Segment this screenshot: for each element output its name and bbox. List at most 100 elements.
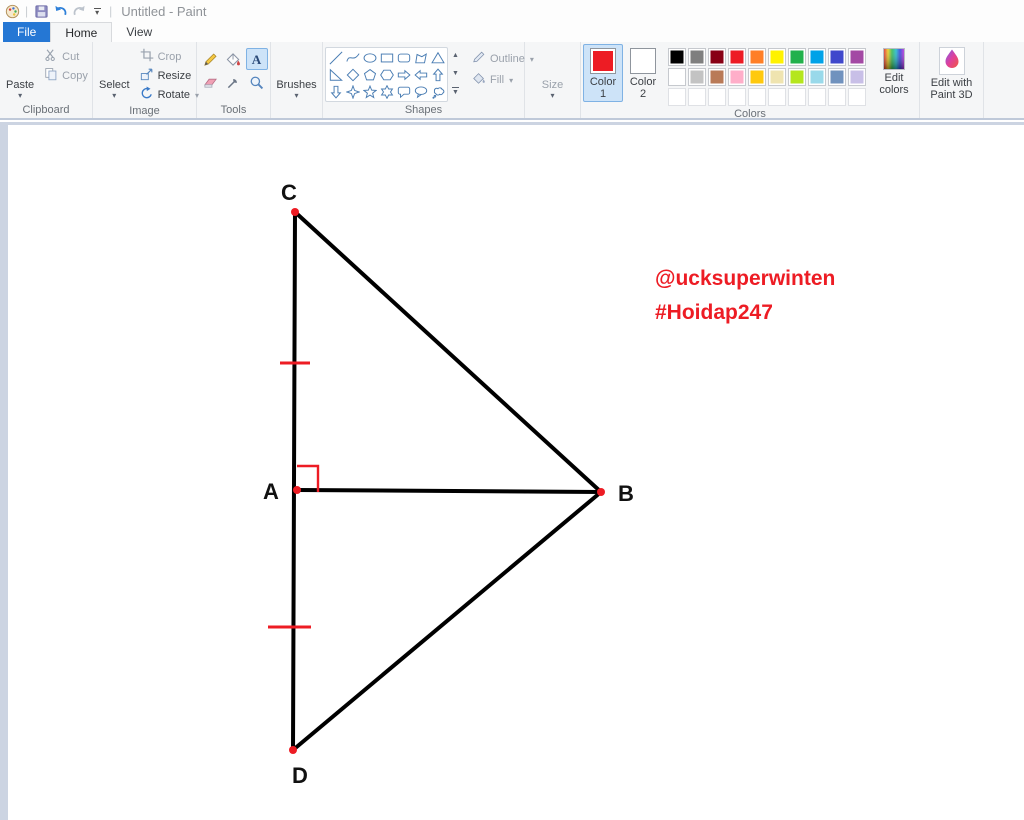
edit-with-paint3d-button[interactable]: Edit with Paint 3D (924, 44, 980, 101)
palette-empty-slot[interactable] (708, 88, 726, 106)
magnifier-tool-button[interactable] (246, 71, 268, 93)
cut-label: Cut (62, 51, 80, 63)
geometry-drawing: C A B D @ucksuperwinten #Hoidap247 (263, 180, 835, 788)
palette-empty-slot[interactable] (728, 88, 746, 106)
rotate-button[interactable]: Rotate (136, 86, 203, 104)
group-label-clipboard: Clipboard (22, 104, 70, 116)
fill-bucket-tool-button[interactable] (223, 48, 245, 70)
palette-swatch-r1-c9[interactable] (828, 48, 846, 66)
palette-swatch-r1-c2[interactable] (688, 48, 706, 66)
palette-swatch-r1-c4[interactable] (728, 48, 746, 66)
select-button[interactable]: Select (95, 44, 134, 100)
palette-swatch-r1-c7[interactable] (788, 48, 806, 66)
shape-rounded-rectangle[interactable] (395, 49, 412, 66)
palette-empty-slot[interactable] (828, 88, 846, 106)
resize-icon (140, 67, 154, 86)
shape-line[interactable] (327, 49, 344, 66)
shape-arrow-left[interactable] (412, 66, 429, 83)
resize-button[interactable]: Resize (136, 67, 203, 85)
cut-button[interactable]: Cut (40, 48, 92, 66)
palette-swatch-r2-c9[interactable] (828, 68, 846, 86)
palette-swatch-r2-c5[interactable] (748, 68, 766, 86)
shape-hexagon[interactable] (378, 66, 395, 83)
rotate-label: Rotate (157, 89, 190, 101)
shape-curve[interactable] (344, 49, 361, 66)
shapes-scroll-down-button[interactable]: ▼ (449, 65, 462, 82)
shape-rectangle[interactable] (378, 49, 395, 66)
cut-icon (44, 48, 58, 67)
palette-swatch-r2-c2[interactable] (688, 68, 706, 86)
tab-view[interactable]: View (112, 22, 166, 42)
palette-empty-slot[interactable] (668, 88, 686, 106)
shape-callout-round[interactable] (395, 83, 412, 100)
shape-triangle[interactable] (429, 49, 446, 66)
palette-swatch-r2-c10[interactable] (848, 68, 866, 86)
brushes-button[interactable]: Brushes (272, 44, 320, 100)
palette-empty-slot[interactable] (788, 88, 806, 106)
color1-button[interactable]: Color 1 (583, 44, 623, 102)
shape-callout-oval[interactable] (412, 83, 429, 100)
palette-swatch-r1-c3[interactable] (708, 48, 726, 66)
shape-oval[interactable] (361, 49, 378, 66)
copy-button[interactable]: Copy (40, 67, 92, 85)
palette-swatch-r2-c7[interactable] (788, 68, 806, 86)
shapes-expand-button[interactable]: ▼ (449, 83, 462, 100)
group-clipboard: Paste Cut Copy Clipboard (0, 42, 93, 118)
crop-button[interactable]: Crop (136, 48, 203, 66)
shape-star-5[interactable] (361, 83, 378, 100)
palette-swatch-r1-c8[interactable] (808, 48, 826, 66)
chevron-down-icon (550, 92, 554, 99)
tab-home[interactable]: Home (50, 22, 113, 42)
shape-star-6[interactable] (378, 83, 395, 100)
palette-empty-slot[interactable] (748, 88, 766, 106)
palette-swatch-r1-c1[interactable] (668, 48, 686, 66)
size-button[interactable]: Size (538, 44, 567, 100)
shapes-scroll: ▲ ▼ ▼ (449, 47, 462, 100)
eraser-tool-button[interactable] (200, 71, 222, 93)
paste-button[interactable]: Paste (2, 44, 38, 100)
palette-empty-slot[interactable] (768, 88, 786, 106)
palette-swatch-r2-c8[interactable] (808, 68, 826, 86)
paste-label: Paste (6, 79, 35, 91)
shape-arrow-down[interactable] (327, 83, 344, 100)
group-label-image: Image (129, 105, 160, 117)
shape-right-triangle[interactable] (327, 66, 344, 83)
shape-polygon[interactable] (412, 49, 429, 66)
palette-empty-slot[interactable] (688, 88, 706, 106)
qat-customize-button[interactable] (90, 3, 104, 19)
shapes-scroll-up-button[interactable]: ▲ (449, 47, 462, 64)
edit-colors-button[interactable]: Edit colors (871, 44, 917, 96)
rotate-icon (140, 86, 154, 105)
palette-swatch-r2-c4[interactable] (728, 68, 746, 86)
palette-swatch-r1-c5[interactable] (748, 48, 766, 66)
undo-button[interactable] (52, 3, 68, 19)
palette-swatch-r2-c6[interactable] (768, 68, 786, 86)
shapes-gallery (325, 47, 448, 102)
palette-swatch-r2-c3[interactable] (708, 68, 726, 86)
pencil-tool-button[interactable] (200, 48, 222, 70)
group-label-shapes: Shapes (404, 104, 443, 116)
shape-arrow-up[interactable] (429, 66, 446, 83)
palette-empty-slot[interactable] (808, 88, 826, 106)
color2-label: Color 2 (629, 76, 657, 100)
eyedropper-tool-button[interactable] (223, 71, 245, 93)
palette-swatch-r2-c1[interactable] (668, 68, 686, 86)
shape-star-4[interactable] (344, 83, 361, 100)
palette-swatch-r1-c10[interactable] (848, 48, 866, 66)
shape-diamond[interactable] (344, 66, 361, 83)
palette-swatch-r1-c6[interactable] (768, 48, 786, 66)
text-tool-button[interactable]: A (245, 48, 268, 70)
redo-button[interactable] (71, 3, 87, 19)
shape-arrow-right[interactable] (395, 66, 412, 83)
group-tools: A Tools (197, 42, 271, 118)
shape-callout-cloud[interactable] (429, 83, 446, 100)
tab-file[interactable]: File (3, 22, 51, 42)
crop-icon (140, 48, 154, 67)
fill-icon (472, 71, 486, 90)
save-button[interactable] (33, 3, 49, 19)
crop-label: Crop (157, 51, 182, 63)
palette-empty-slot[interactable] (848, 88, 866, 106)
shape-pentagon[interactable] (361, 66, 378, 83)
color2-button[interactable]: Color 2 (623, 44, 663, 102)
drawing-canvas[interactable]: C A B D @ucksuperwinten #Hoidap247 (8, 125, 1024, 820)
